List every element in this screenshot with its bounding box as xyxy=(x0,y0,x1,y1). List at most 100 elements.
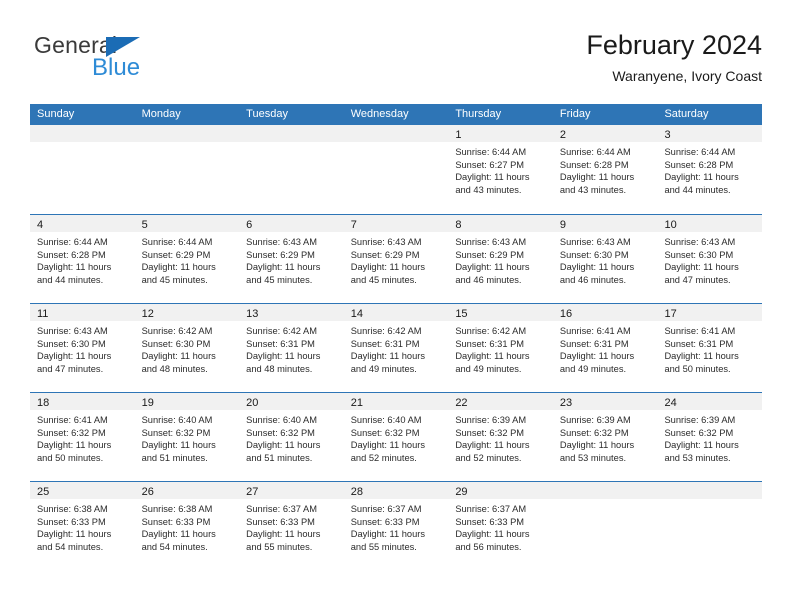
calendar-day-cell[interactable]: 10 Sunrise: 6:43 AM Sunset: 6:30 PM Dayligh… xyxy=(657,215,763,303)
day-number: 9 xyxy=(559,219,567,231)
page-subtitle: Waranyene, Ivory Coast xyxy=(612,68,762,84)
day-info: Sunrise: 6:42 AM Sunset: 6:31 PM Daylight:… xyxy=(239,321,344,375)
day-number-band: 11 xyxy=(30,304,135,321)
day-number: 8 xyxy=(455,219,462,231)
calendar-week-row: 4 Sunrise: 6:44 AM Sunset: 6:28 PM Daylight… xyxy=(30,214,763,303)
calendar-day-cell[interactable]: 6 Sunrise: 6:43 AM Sunset: 6:29 PM Daylight… xyxy=(239,215,344,303)
day-info: Sunrise: 6:41 AM Sunset: 6:31 PM Daylight:… xyxy=(553,321,658,375)
day-number-band: 15 xyxy=(448,304,553,321)
day-number-band: 7 xyxy=(343,215,449,232)
sunrise-text: Sunrise: 6:40 AM xyxy=(141,415,213,425)
sunset-text: Sunset: 6:27 PM xyxy=(455,159,525,170)
calendar-week-row: 11 Sunrise: 6:43 AM Sunset: 6:30 PM Dayligh… xyxy=(30,303,763,392)
day-info: Sunrise: 6:41 AM Sunset: 6:31 PM Daylight:… xyxy=(657,321,762,375)
weekday-header-thursday: Thursday xyxy=(455,108,502,120)
calendar-day-cell[interactable]: 21 Sunrise: 6:40 AM Sunset: 6:32 PM Dayligh… xyxy=(343,393,449,481)
day-number-band xyxy=(30,125,135,142)
brand-logo[interactable]: General Blue xyxy=(34,32,254,88)
calendar-day-cell[interactable]: 12 Sunrise: 6:42 AM Sunset: 6:30 PM Dayligh… xyxy=(134,304,240,392)
day-number-band: 14 xyxy=(343,304,449,321)
sunset-text: Sunset: 6:33 PM xyxy=(246,516,315,527)
weekday-header-friday: Friday xyxy=(559,108,591,120)
calendar-week-row: 1 Sunrise: 6:44 AM Sunset: 6:27 PM Daylight… xyxy=(30,125,763,214)
day-number-band: 6 xyxy=(239,215,344,232)
calendar-day-cell[interactable]: 19 Sunrise: 6:40 AM Sunset: 6:32 PM Dayligh… xyxy=(134,393,240,481)
calendar-day-cell[interactable]: 28 Sunrise: 6:37 AM Sunset: 6:33 PM Dayligh… xyxy=(343,482,449,570)
calendar-day-cell[interactable]: 3 Sunrise: 6:44 AM Sunset: 6:28 PM Daylight… xyxy=(657,125,763,214)
calendar-day-cell[interactable]: 27 Sunrise: 6:37 AM Sunset: 6:33 PM Dayligh… xyxy=(239,482,344,570)
daylight-text: Daylight: 11 hours and 48 minutes. xyxy=(246,351,321,374)
day-info: Sunrise: 6:39 AM Sunset: 6:32 PM Daylight:… xyxy=(553,410,658,464)
daylight-text: Daylight: 11 hours and 51 minutes. xyxy=(246,440,321,463)
daylight-text: Daylight: 11 hours and 49 minutes. xyxy=(350,351,425,374)
day-number: 23 xyxy=(559,397,573,409)
day-info: Sunrise: 6:42 AM Sunset: 6:31 PM Daylight:… xyxy=(344,321,449,375)
day-number-band xyxy=(552,482,658,499)
day-number: 26 xyxy=(141,486,154,498)
calendar-day-cell[interactable]: 20 Sunrise: 6:40 AM Sunset: 6:32 PM Dayligh… xyxy=(239,393,344,481)
calendar-day-cell[interactable]: 29 Sunrise: 6:37 AM Sunset: 6:33 PM Dayligh… xyxy=(448,482,553,570)
day-number-band: 21 xyxy=(343,393,449,410)
day-number: 25 xyxy=(37,486,50,498)
day-number: 27 xyxy=(246,486,259,498)
calendar-day-cell[interactable]: 23 Sunrise: 6:39 AM Sunset: 6:32 PM Dayligh… xyxy=(552,393,658,481)
daylight-text: Daylight: 11 hours and 46 minutes. xyxy=(455,262,530,285)
daylight-text: Daylight: 11 hours and 54 minutes. xyxy=(141,529,216,552)
calendar-day-cell[interactable]: 22 Sunrise: 6:39 AM Sunset: 6:32 PM Dayligh… xyxy=(448,393,553,481)
day-number-band: 29 xyxy=(448,482,553,499)
calendar-day-cell[interactable]: 25 Sunrise: 6:38 AM Sunset: 6:33 PM Dayligh… xyxy=(30,482,135,570)
sunrise-text: Sunrise: 6:43 AM xyxy=(455,237,527,247)
calendar-day-cell[interactable]: 1 Sunrise: 6:44 AM Sunset: 6:27 PM Daylight… xyxy=(448,125,553,214)
sunrise-text: Sunrise: 6:39 AM xyxy=(664,415,736,425)
sunrise-text: Sunrise: 6:43 AM xyxy=(246,237,317,247)
calendar-day-cell[interactable]: 4 Sunrise: 6:44 AM Sunset: 6:28 PM Daylight… xyxy=(30,215,135,303)
calendar-day-cell[interactable]: 17 Sunrise: 6:41 AM Sunset: 6:31 PM Dayligh… xyxy=(657,304,763,392)
sunrise-text: Sunrise: 6:39 AM xyxy=(559,415,631,425)
sunrise-text: Sunrise: 6:44 AM xyxy=(559,147,631,157)
sunset-text: Sunset: 6:32 PM xyxy=(455,427,525,438)
sunrise-text: Sunrise: 6:43 AM xyxy=(559,237,631,247)
sunrise-text: Sunrise: 6:44 AM xyxy=(664,147,736,157)
sunrise-text: Sunrise: 6:42 AM xyxy=(455,326,527,336)
calendar-day-cell[interactable]: 24 Sunrise: 6:39 AM Sunset: 6:32 PM Dayligh… xyxy=(657,393,763,481)
day-number-band xyxy=(239,125,344,142)
daylight-text: Daylight: 11 hours and 45 minutes. xyxy=(350,262,425,285)
sunset-text: Sunset: 6:31 PM xyxy=(350,338,420,349)
calendar-weeks: 1 Sunrise: 6:44 AM Sunset: 6:27 PM Daylight… xyxy=(30,125,763,570)
calendar-day-empty xyxy=(343,125,449,214)
calendar-day-cell[interactable]: 8 Sunrise: 6:43 AM Sunset: 6:29 PM Daylight… xyxy=(448,215,553,303)
sunset-text: Sunset: 6:32 PM xyxy=(37,427,106,438)
weekday-header-monday: Monday xyxy=(141,108,181,120)
calendar-day-cell[interactable]: 18 Sunrise: 6:41 AM Sunset: 6:32 PM Dayligh… xyxy=(30,393,135,481)
sunrise-text: Sunrise: 6:41 AM xyxy=(37,415,108,425)
day-number: 10 xyxy=(664,219,677,231)
day-number-band: 26 xyxy=(134,482,240,499)
sunset-text: Sunset: 6:28 PM xyxy=(37,249,106,260)
day-number-band: 2 xyxy=(552,125,658,142)
day-number-band: 27 xyxy=(239,482,344,499)
calendar-day-cell[interactable]: 26 Sunrise: 6:38 AM Sunset: 6:33 PM Dayligh… xyxy=(134,482,240,570)
sunset-text: Sunset: 6:29 PM xyxy=(141,249,211,260)
sunrise-text: Sunrise: 6:43 AM xyxy=(664,237,736,247)
day-number: 11 xyxy=(37,308,49,320)
calendar-day-cell[interactable]: 16 Sunrise: 6:41 AM Sunset: 6:31 PM Dayligh… xyxy=(552,304,658,392)
weekday-header-row: Sunday Monday Tuesday Wednesday Thursday… xyxy=(30,104,762,125)
calendar-day-cell[interactable]: 5 Sunrise: 6:44 AM Sunset: 6:29 PM Daylight… xyxy=(134,215,240,303)
day-number-band: 5 xyxy=(134,215,240,232)
sunrise-text: Sunrise: 6:39 AM xyxy=(455,415,527,425)
day-number-band: 28 xyxy=(343,482,449,499)
calendar-day-cell[interactable]: 13 Sunrise: 6:42 AM Sunset: 6:31 PM Dayligh… xyxy=(239,304,344,392)
day-number: 13 xyxy=(246,308,259,320)
calendar-day-cell[interactable]: 14 Sunrise: 6:42 AM Sunset: 6:31 PM Dayligh… xyxy=(343,304,449,392)
daylight-text: Daylight: 11 hours and 50 minutes. xyxy=(664,351,739,374)
calendar-day-cell[interactable]: 11 Sunrise: 6:43 AM Sunset: 6:30 PM Dayligh… xyxy=(30,304,135,392)
calendar-day-cell[interactable]: 2 Sunrise: 6:44 AM Sunset: 6:28 PM Daylight… xyxy=(552,125,658,214)
day-info: Sunrise: 6:44 AM Sunset: 6:28 PM Daylight:… xyxy=(30,232,135,286)
day-info: Sunrise: 6:44 AM Sunset: 6:28 PM Daylight:… xyxy=(553,142,658,196)
day-number: 22 xyxy=(455,397,468,409)
daylight-text: Daylight: 11 hours and 44 minutes. xyxy=(664,172,739,195)
calendar-day-cell[interactable]: 15 Sunrise: 6:42 AM Sunset: 6:31 PM Dayligh… xyxy=(448,304,553,392)
sunset-text: Sunset: 6:30 PM xyxy=(141,338,211,349)
calendar-day-cell[interactable]: 9 Sunrise: 6:43 AM Sunset: 6:30 PM Daylight… xyxy=(552,215,658,303)
calendar-day-cell[interactable]: 7 Sunrise: 6:43 AM Sunset: 6:29 PM Daylight… xyxy=(343,215,449,303)
